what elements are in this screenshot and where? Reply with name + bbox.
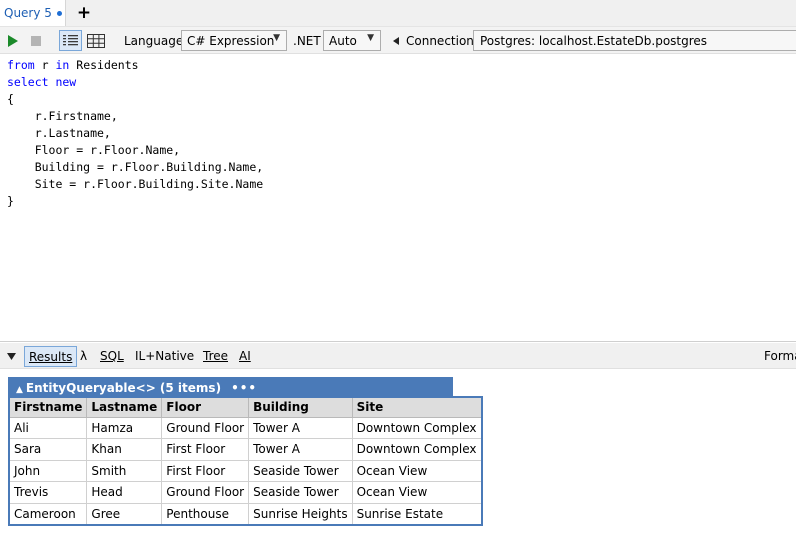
column-header[interactable]: Lastname bbox=[86, 396, 163, 418]
table-cell: Ocean View bbox=[351, 481, 483, 504]
column-header[interactable]: Site bbox=[351, 396, 483, 418]
code-line: { bbox=[7, 92, 14, 106]
tab-tree-label: Tree bbox=[203, 349, 229, 363]
toolbar: Language C# Expression ▼ .NET Auto ▼ Con… bbox=[0, 26, 796, 54]
code-line: Floor = r.Floor.Name, bbox=[7, 143, 181, 157]
code-line: Building = r.Floor.Building.Name, bbox=[7, 160, 264, 174]
table-row: Sara Khan First Floor Tower A Downtown C… bbox=[8, 438, 483, 461]
tab-tree[interactable]: Tree bbox=[203, 343, 228, 369]
tab-results-label: Results bbox=[29, 349, 73, 364]
table-cell: Ocean View bbox=[351, 459, 483, 482]
run-button[interactable] bbox=[7, 27, 19, 55]
table-cell: Tower A bbox=[248, 416, 353, 439]
results-toolbar: Results λ SQL IL+Native Tree AI Forma bbox=[0, 343, 796, 369]
tab-ai[interactable]: AI bbox=[239, 343, 251, 369]
keyword: from bbox=[7, 58, 35, 72]
code-line: r.Lastname, bbox=[7, 126, 111, 140]
language-value: C# Expression bbox=[187, 33, 275, 48]
column-header[interactable]: Building bbox=[248, 396, 353, 418]
results-caption[interactable]: ▲ EntityQueryable<> (5 items) ••• bbox=[8, 377, 453, 396]
chevron-down-icon: ▼ bbox=[367, 33, 374, 43]
table-cell: Seaside Tower bbox=[248, 481, 353, 504]
table-cell: Ground Floor bbox=[161, 481, 250, 504]
query-editor[interactable]: from r in Residents select new { r.First… bbox=[0, 54, 796, 342]
table-row: Cameroon Gree Penthouse Sunrise Heights … bbox=[8, 502, 483, 525]
table-row: John Smith First Floor Seaside Tower Oce… bbox=[8, 459, 483, 482]
column-header[interactable]: Firstname bbox=[8, 396, 88, 418]
triangle-down-icon bbox=[7, 352, 16, 360]
table-icon bbox=[87, 33, 105, 48]
language-select[interactable]: C# Expression ▼ bbox=[181, 30, 287, 51]
table-cell: Hamza bbox=[86, 416, 163, 439]
connection-value: Postgres: localhost.EstateDb.postgres bbox=[480, 33, 708, 48]
language-label: Language bbox=[124, 34, 184, 48]
unsaved-dot-icon bbox=[56, 10, 62, 16]
header-row: Firstname Lastname Floor Building Site bbox=[8, 396, 483, 418]
stop-button[interactable] bbox=[31, 27, 41, 55]
code-line: r.Firstname, bbox=[7, 109, 118, 123]
table-cell: Cameroon bbox=[8, 502, 88, 525]
tab-sql-label: SQL bbox=[100, 349, 124, 363]
table-cell: Khan bbox=[86, 438, 163, 461]
collapse-triangle-icon: ▲ bbox=[16, 385, 23, 395]
table-cell: Head bbox=[86, 481, 163, 504]
table-cell: John bbox=[8, 459, 88, 482]
tab-lambda[interactable]: λ bbox=[80, 343, 87, 369]
code-line: } bbox=[7, 194, 14, 208]
table-cell: Sunrise Heights bbox=[248, 502, 353, 525]
stop-icon bbox=[31, 36, 41, 46]
table-cell: Gree bbox=[86, 502, 163, 525]
play-icon bbox=[8, 35, 18, 47]
table-cell: First Floor bbox=[161, 459, 250, 482]
connection-label: Connection bbox=[406, 34, 474, 48]
code-line: from r in Residents bbox=[7, 58, 139, 72]
tab-il-native[interactable]: IL+Native bbox=[135, 343, 194, 369]
more-options-icon[interactable]: ••• bbox=[231, 381, 257, 395]
tab-sql[interactable]: SQL bbox=[100, 343, 124, 369]
table-cell: First Floor bbox=[161, 438, 250, 461]
keyword: in bbox=[55, 58, 70, 72]
connection-toggle-button[interactable] bbox=[391, 27, 401, 55]
list-grid-icon bbox=[63, 35, 78, 46]
table-cell: Downtown Complex bbox=[351, 438, 483, 461]
results-table: ▲ EntityQueryable<> (5 items) ••• Firstnam… bbox=[8, 377, 483, 526]
tab-ai-label: AI bbox=[239, 349, 251, 363]
dotnet-label: .NET bbox=[293, 34, 321, 48]
dotnet-value: Auto bbox=[329, 33, 357, 48]
keyword: select new bbox=[7, 75, 77, 89]
table-cell: Smith bbox=[86, 459, 163, 482]
collapse-results-button[interactable] bbox=[6, 343, 17, 369]
table-row: Ali Hamza Ground Floor Tower A Downtown … bbox=[8, 416, 483, 439]
table-row: Trevis Head Ground Floor Seaside Tower O… bbox=[8, 481, 483, 504]
tab-label: Query 5 bbox=[4, 6, 52, 20]
data-grid-results-button[interactable] bbox=[86, 30, 106, 51]
caption-text: EntityQueryable<> (5 items) bbox=[25, 381, 222, 395]
results-panel: ▲ EntityQueryable<> (5 items) ••• Firstnam… bbox=[0, 370, 796, 538]
table-cell: Sunrise Estate bbox=[351, 502, 483, 525]
table-cell: Sara bbox=[8, 438, 88, 461]
triangle-left-icon bbox=[393, 37, 399, 45]
tab-strip: Query 5 + bbox=[0, 0, 796, 26]
table-cell: Ground Floor bbox=[161, 416, 250, 439]
table-cell: Downtown Complex bbox=[351, 416, 483, 439]
table-cell: Ali bbox=[8, 416, 88, 439]
tab-results[interactable]: Results bbox=[24, 346, 78, 367]
chevron-down-icon: ▼ bbox=[273, 33, 280, 43]
tab-query-5[interactable]: Query 5 bbox=[0, 0, 66, 26]
code-line: Site = r.Floor.Building.Site.Name bbox=[7, 177, 264, 191]
table-cell: Tower A bbox=[248, 438, 353, 461]
dotnet-select[interactable]: Auto ▼ bbox=[323, 30, 381, 51]
rich-text-results-button[interactable] bbox=[59, 30, 82, 51]
table-cell: Seaside Tower bbox=[248, 459, 353, 482]
column-header[interactable]: Floor bbox=[161, 396, 250, 418]
new-tab-button[interactable]: + bbox=[76, 4, 92, 22]
format-button[interactable]: Forma bbox=[764, 343, 796, 369]
connection-select[interactable]: Postgres: localhost.EstateDb.postgres bbox=[473, 30, 796, 51]
code-line: select new bbox=[0, 74, 796, 91]
table-cell: Trevis bbox=[8, 481, 88, 504]
table-cell: Penthouse bbox=[161, 502, 250, 525]
